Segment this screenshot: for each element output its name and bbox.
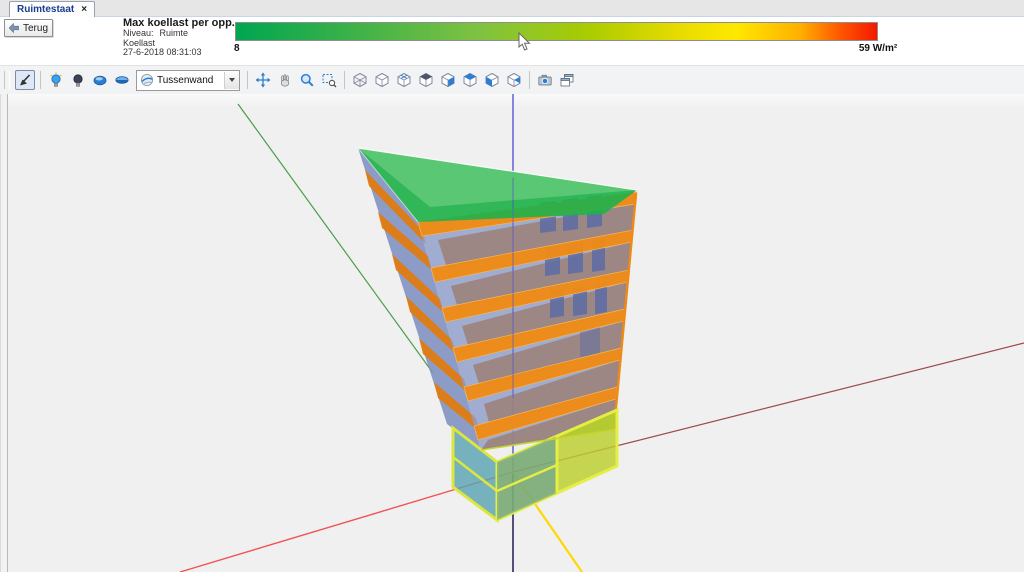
magnifier-icon bbox=[299, 72, 315, 88]
viewport-3d[interactable] bbox=[0, 94, 1024, 572]
mouse-cursor bbox=[518, 32, 532, 52]
header: Terug Max koellast per opp. Niveau:Ruimt… bbox=[0, 17, 1024, 65]
view-cube-front-button[interactable] bbox=[438, 70, 458, 90]
view-filter-value: Tussenwand bbox=[157, 75, 219, 86]
globe-icon bbox=[140, 73, 154, 87]
panel-splitter[interactable] bbox=[0, 94, 8, 572]
select-arrow-icon bbox=[17, 72, 33, 88]
cube-top-dark-icon bbox=[418, 72, 434, 88]
back-button-label: Terug bbox=[23, 23, 48, 34]
legend-level-value: Ruimte bbox=[160, 28, 189, 38]
zoom-window-button[interactable] bbox=[319, 70, 339, 90]
view-cube-top-dark-button[interactable] bbox=[416, 70, 436, 90]
tab-ruimtestaat[interactable]: Ruimtestaat × bbox=[9, 1, 95, 17]
cube-plain-icon bbox=[374, 72, 390, 88]
cube-top-icon bbox=[462, 72, 478, 88]
view-cube-wireframe-button[interactable] bbox=[350, 70, 370, 90]
zoom-window-icon bbox=[321, 72, 337, 88]
toolbar-gripper[interactable] bbox=[4, 71, 10, 89]
toolbar-separator bbox=[247, 71, 248, 89]
toolbar: Tussenwand bbox=[0, 65, 1024, 95]
scene-canvas bbox=[0, 94, 1024, 572]
solid-view-icon bbox=[92, 72, 108, 88]
legend-gradient-bar bbox=[235, 22, 878, 41]
window-strip bbox=[580, 327, 600, 357]
toolbar-separator bbox=[344, 71, 345, 89]
screenshot-button[interactable] bbox=[535, 70, 555, 90]
shaded-view-icon bbox=[114, 72, 130, 88]
view-filter-dropdown[interactable]: Tussenwand bbox=[136, 70, 240, 91]
render-shaded-button[interactable] bbox=[112, 70, 132, 90]
cube-left-icon bbox=[484, 72, 500, 88]
zoom-button[interactable] bbox=[297, 70, 317, 90]
camera-icon bbox=[537, 72, 553, 88]
cascade-windows-icon bbox=[559, 72, 575, 88]
pan-hand-icon bbox=[277, 72, 293, 88]
toolbar-separator bbox=[40, 71, 41, 89]
legend-min-value: 8 bbox=[234, 43, 240, 54]
cube-wireframe-icon bbox=[352, 72, 368, 88]
view-cube-top-button[interactable] bbox=[460, 70, 480, 90]
cube-grid-icon bbox=[396, 72, 412, 88]
view-cube-corner-button[interactable] bbox=[504, 70, 524, 90]
view-cube-plain-button[interactable] bbox=[372, 70, 392, 90]
light-off-button[interactable] bbox=[68, 70, 88, 90]
orbit-arrows-icon bbox=[255, 72, 271, 88]
pan-button[interactable] bbox=[275, 70, 295, 90]
view-cube-left-button[interactable] bbox=[482, 70, 502, 90]
back-button[interactable]: Terug bbox=[4, 19, 53, 37]
dropdown-arrow-button[interactable] bbox=[224, 72, 239, 89]
legend-info: Max koellast per opp. Niveau:Ruimte Koel… bbox=[123, 17, 235, 58]
legend-level-label: Niveau: bbox=[123, 28, 154, 38]
orbit-button[interactable] bbox=[253, 70, 273, 90]
legend-max-value: 59 W/m² bbox=[848, 43, 908, 54]
select-tool-button[interactable] bbox=[15, 70, 35, 90]
light-on-button[interactable] bbox=[46, 70, 66, 90]
cube-front-icon bbox=[440, 72, 456, 88]
cube-corner-icon bbox=[506, 72, 522, 88]
application-window: Ruimtestaat × Terug Max koellast per opp… bbox=[0, 0, 1024, 572]
toolbar-separator bbox=[529, 71, 530, 89]
lightbulb-off-icon bbox=[70, 72, 86, 88]
back-arrow-icon bbox=[9, 23, 19, 33]
building-model bbox=[358, 148, 637, 520]
legend-timestamp: 27-6-2018 08:31:03 bbox=[123, 48, 235, 58]
tab-close-icon[interactable]: × bbox=[81, 5, 87, 15]
lightbulb-on-icon bbox=[48, 72, 64, 88]
cascade-windows-button[interactable] bbox=[557, 70, 577, 90]
chevron-down-icon bbox=[229, 78, 235, 82]
tab-title: Ruimtestaat bbox=[17, 4, 74, 15]
render-solid-button[interactable] bbox=[90, 70, 110, 90]
tab-bar: Ruimtestaat × bbox=[0, 0, 1024, 17]
view-cube-grid-button[interactable] bbox=[394, 70, 414, 90]
